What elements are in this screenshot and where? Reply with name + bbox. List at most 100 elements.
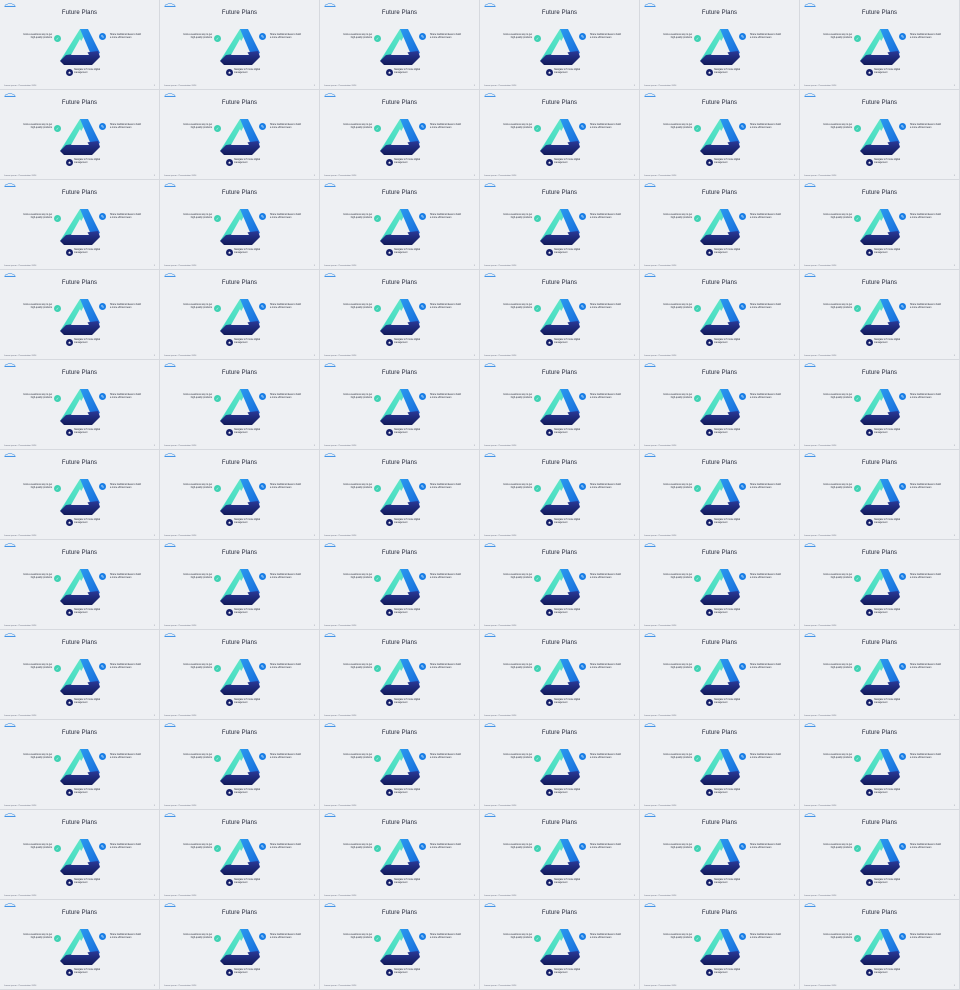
slide-thumbnail[interactable]: Future Plans Grow a seamless way to get …: [320, 90, 480, 180]
slide-thumbnail[interactable]: Future Plans Grow a seamless way to get …: [160, 810, 320, 900]
slide-thumbnail[interactable]: Future Plans Grow a seamless way to get …: [0, 360, 160, 450]
pencil-icon: ✎: [259, 933, 266, 940]
slide-thumbnail[interactable]: Future Plans Grow a seamless way to get …: [160, 180, 320, 270]
left-point-text: Grow a seamless way to get high-quality …: [663, 574, 692, 579]
slide-footer: Lorem ipsum - Presentation 2024: [4, 715, 37, 717]
left-point-text: Grow a seamless way to get high-quality …: [23, 214, 52, 219]
slide-thumbnail[interactable]: Future Plans Grow a seamless way to get …: [640, 720, 800, 810]
slide-thumbnail[interactable]: Future Plans Grow a seamless way to get …: [640, 450, 800, 540]
slide-thumbnail[interactable]: Future Plans Grow a seamless way to get …: [800, 450, 960, 540]
slide-thumbnail[interactable]: Future Plans Grow a seamless way to get …: [0, 270, 160, 360]
left-point-text: Grow a seamless way to get high-quality …: [23, 124, 52, 129]
slide-thumbnail[interactable]: Future Plans Grow a seamless way to get …: [640, 0, 800, 90]
slide-thumbnail[interactable]: Future Plans Grow a seamless way to get …: [480, 360, 640, 450]
cloud-logo-icon: [644, 453, 656, 457]
page-number: 1: [953, 805, 955, 807]
slide-thumbnail[interactable]: Future Plans Grow a seamless way to get …: [0, 720, 160, 810]
slide-thumbnail[interactable]: Future Plans Grow a seamless way to get …: [480, 810, 640, 900]
slide-title: Future Plans: [541, 280, 578, 286]
slide-thumbnail[interactable]: Future Plans Grow a seamless way to get …: [320, 900, 480, 990]
right-point-text: Share traditional ideas to build a more …: [750, 214, 781, 219]
star-icon: ★: [706, 69, 713, 76]
slide-thumbnail[interactable]: Future Plans Grow a seamless way to get …: [160, 90, 320, 180]
slide-thumbnail[interactable]: Future Plans Grow a seamless way to get …: [0, 630, 160, 720]
slide-thumbnail[interactable]: Future Plans Grow a seamless way to get …: [640, 810, 800, 900]
slide-thumbnail[interactable]: Future Plans Grow a seamless way to get …: [480, 630, 640, 720]
star-icon: ★: [386, 69, 393, 76]
slide-thumbnail[interactable]: Future Plans Grow a seamless way to get …: [0, 540, 160, 630]
star-icon: ★: [226, 609, 233, 616]
left-point-text: Grow a seamless way to get high-quality …: [343, 34, 372, 39]
slide-title: Future Plans: [701, 640, 738, 646]
slide-thumbnail[interactable]: Future Plans Grow a seamless way to get …: [160, 630, 320, 720]
slide-thumbnail[interactable]: Future Plans Grow a seamless way to get …: [800, 360, 960, 450]
pencil-icon: ✎: [899, 393, 906, 400]
slide-thumbnail[interactable]: Future Plans Grow a seamless way to get …: [480, 540, 640, 630]
slide-thumbnail[interactable]: Future Plans Grow a seamless way to get …: [480, 0, 640, 90]
right-point-text: Share traditional ideas to build a more …: [110, 754, 141, 759]
slide-thumbnail[interactable]: Future Plans Grow a seamless way to get …: [160, 270, 320, 360]
slide-thumbnail[interactable]: Future Plans Grow a seamless way to get …: [800, 0, 960, 90]
star-icon: ★: [226, 339, 233, 346]
slide-thumbnail[interactable]: Future Plans Grow a seamless way to get …: [800, 180, 960, 270]
slide-thumbnail[interactable]: Future Plans Grow a seamless way to get …: [800, 900, 960, 990]
slide-thumbnail[interactable]: Future Plans Grow a seamless way to get …: [640, 270, 800, 360]
slide-thumbnail[interactable]: Future Plans Grow a seamless way to get …: [640, 180, 800, 270]
slide-thumbnail[interactable]: Future Plans Grow a seamless way to get …: [160, 900, 320, 990]
slide-thumbnail[interactable]: Future Plans Grow a seamless way to get …: [0, 450, 160, 540]
slide-thumbnail[interactable]: Future Plans Grow a seamless way to get …: [640, 540, 800, 630]
slide-thumbnail[interactable]: Future Plans Grow a seamless way to get …: [480, 450, 640, 540]
slide-thumbnail[interactable]: Future Plans Grow a seamless way to get …: [0, 900, 160, 990]
slide-thumbnail[interactable]: Future Plans Grow a seamless way to get …: [640, 90, 800, 180]
slide-thumbnail[interactable]: Future Plans Grow a seamless way to get …: [480, 90, 640, 180]
bottom-point-text: Navigate to 5 more digital management: [714, 879, 741, 884]
slide-thumbnail[interactable]: Future Plans Grow a seamless way to get …: [320, 810, 480, 900]
slide-thumbnail[interactable]: Future Plans Grow a seamless way to get …: [480, 270, 640, 360]
slide-thumbnail[interactable]: Future Plans Grow a seamless way to get …: [800, 810, 960, 900]
slide-footer: Lorem ipsum - Presentation 2024: [644, 715, 677, 717]
slide-thumbnail[interactable]: Future Plans Grow a seamless way to get …: [320, 540, 480, 630]
slide-thumbnail[interactable]: Future Plans Grow a seamless way to get …: [160, 540, 320, 630]
bottom-point-text: Navigate to 5 more digital management: [394, 339, 421, 344]
slide-thumbnail[interactable]: Future Plans Grow a seamless way to get …: [800, 720, 960, 810]
cloud-logo-icon: [644, 723, 656, 727]
slide-thumbnail[interactable]: Future Plans Grow a seamless way to get …: [320, 450, 480, 540]
slide-title: Future Plans: [61, 370, 98, 376]
slide-thumbnail[interactable]: Future Plans Grow a seamless way to get …: [0, 180, 160, 270]
right-point-text: Share traditional ideas to build a more …: [590, 214, 621, 219]
left-point-text: Grow a seamless way to get high-quality …: [823, 214, 852, 219]
pencil-icon: ✎: [419, 753, 426, 760]
slide-thumbnail[interactable]: Future Plans Grow a seamless way to get …: [320, 360, 480, 450]
slide-thumbnail[interactable]: Future Plans Grow a seamless way to get …: [320, 720, 480, 810]
page-number: 1: [153, 355, 155, 357]
slide-thumbnail[interactable]: Future Plans Grow a seamless way to get …: [160, 360, 320, 450]
slide-thumbnail[interactable]: Future Plans Grow a seamless way to get …: [480, 900, 640, 990]
slide-thumbnail[interactable]: Future Plans Grow a seamless way to get …: [320, 630, 480, 720]
page-number: 1: [473, 355, 475, 357]
slide-thumbnail[interactable]: Future Plans Grow a seamless way to get …: [160, 720, 320, 810]
slide-thumbnail[interactable]: Future Plans Grow a seamless way to get …: [800, 630, 960, 720]
left-point-text: Grow a seamless way to get high-quality …: [503, 214, 532, 219]
page-number: 1: [793, 265, 795, 267]
slide-title: Future Plans: [61, 730, 98, 736]
slide-thumbnail[interactable]: Future Plans Grow a seamless way to get …: [160, 450, 320, 540]
slide-thumbnail[interactable]: Future Plans Grow a seamless way to get …: [640, 360, 800, 450]
slide-thumbnail[interactable]: Future Plans Grow a seamless way to get …: [640, 900, 800, 990]
slide-thumbnail[interactable]: Future Plans Grow a seamless way to get …: [800, 270, 960, 360]
slide-thumbnail[interactable]: Future Plans Grow a seamless way to get …: [320, 180, 480, 270]
slide-thumbnail[interactable]: Future Plans Grow a seamless way to get …: [800, 540, 960, 630]
slide-thumbnail[interactable]: Future Plans Grow a seamless way to get …: [800, 90, 960, 180]
slide-thumbnail[interactable]: Future Plans Grow a seamless way to get …: [480, 180, 640, 270]
slide-thumbnail[interactable]: Future Plans Grow a seamless way to get …: [0, 810, 160, 900]
right-point-text: Share traditional ideas to build a more …: [110, 394, 141, 399]
slide-thumbnail[interactable]: Future Plans Grow a seamless way to get …: [640, 630, 800, 720]
slide-thumbnail[interactable]: Future Plans Grow a seamless way to get …: [0, 90, 160, 180]
slide-title: Future Plans: [541, 10, 578, 16]
slide-thumbnail[interactable]: Future Plans Grow a seamless way to get …: [160, 0, 320, 90]
slide-footer: Lorem ipsum - Presentation 2024: [324, 805, 357, 807]
slide-thumbnail[interactable]: Future Plans Grow a seamless way to get …: [480, 720, 640, 810]
slide-title: Future Plans: [861, 280, 898, 286]
slide-thumbnail[interactable]: Future Plans Grow a seamless way to get …: [0, 0, 160, 90]
slide-thumbnail[interactable]: Future Plans Grow a seamless way to get …: [320, 0, 480, 90]
slide-thumbnail[interactable]: Future Plans Grow a seamless way to get …: [320, 270, 480, 360]
